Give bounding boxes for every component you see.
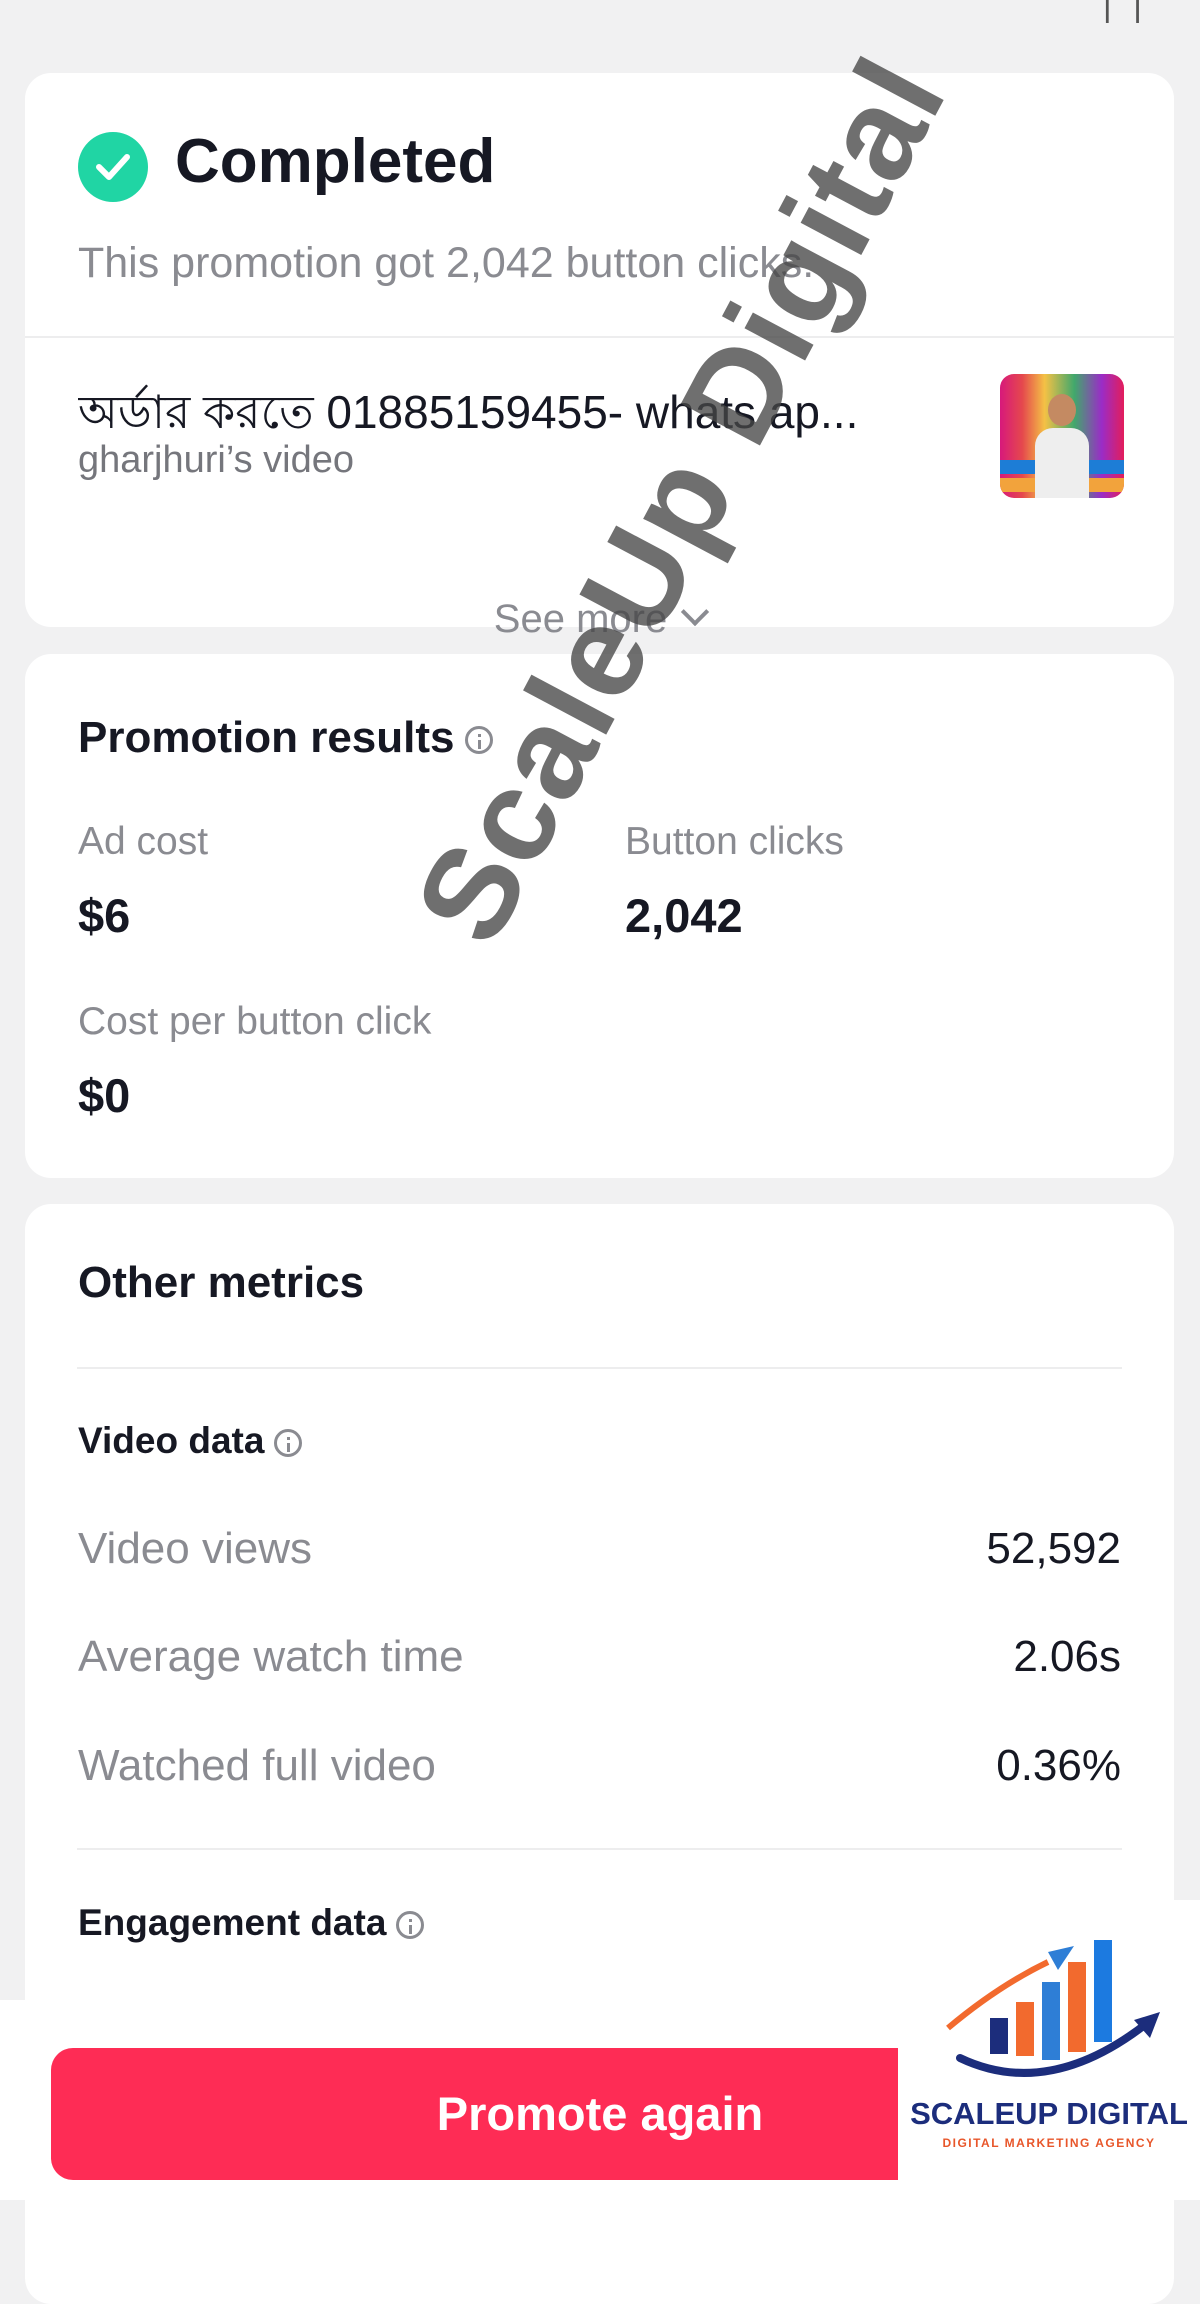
metric-value: 52,592 xyxy=(986,1524,1121,1573)
person-figure-body xyxy=(1035,428,1089,498)
growth-chart-rocket-icon xyxy=(946,1940,1160,2077)
metric-label: Video views xyxy=(78,1524,312,1573)
metric-row-average-watch-time: Average watch time 2.06s xyxy=(78,1632,1121,1692)
engagement-data-label: Engagement data xyxy=(78,1902,387,1943)
info-icon[interactable] xyxy=(274,1429,303,1458)
info-icon[interactable] xyxy=(464,726,493,755)
cost-per-click-value: $0 xyxy=(78,1069,131,1122)
chevron-down-icon xyxy=(681,598,710,627)
video-data-title: Video data xyxy=(78,1420,303,1462)
divider xyxy=(77,1367,1122,1369)
ad-cost-value: $6 xyxy=(78,889,131,942)
button-clicks-label: Button clicks xyxy=(625,820,844,863)
promotion-status-card: Completed This promotion got 2,042 butto… xyxy=(25,73,1174,641)
metric-row-video-views: Video views 52,592 xyxy=(78,1524,1121,1584)
metric-value: 2.06s xyxy=(1013,1632,1121,1681)
agency-logo: SCALEUP DIGITAL DIGITAL MARKETING AGENCY xyxy=(898,1900,1200,2200)
promotion-results-label: Promotion results xyxy=(78,713,455,762)
divider xyxy=(77,1848,1122,1850)
promotion-results-card: Promotion results Ad cost $6 Button clic… xyxy=(25,654,1174,1178)
person-figure-head xyxy=(1048,394,1076,426)
other-metrics-title: Other metrics xyxy=(78,1258,365,1307)
status-title: Completed xyxy=(175,127,496,196)
metric-label: Watched full video xyxy=(78,1741,436,1790)
metric-row-watched-full-video: Watched full video 0.36% xyxy=(78,1741,1121,1801)
engagement-data-title: Engagement data xyxy=(78,1902,425,1944)
video-owner: gharjhuri’s video xyxy=(78,439,355,481)
divider xyxy=(25,336,1174,338)
logo-tagline: DIGITAL MARKETING AGENCY xyxy=(942,2136,1156,2150)
button-clicks-value: 2,042 xyxy=(625,889,743,942)
video-thumbnail[interactable] xyxy=(1000,374,1124,498)
metric-label: Average watch time xyxy=(78,1632,464,1681)
video-data-label: Video data xyxy=(78,1420,265,1461)
status-bar-fragment: | | xyxy=(1102,0,1148,24)
check-circle-icon xyxy=(78,132,148,202)
metric-value: 0.36% xyxy=(996,1741,1121,1790)
logo-name: SCALEUP DIGITAL xyxy=(910,2096,1188,2131)
cost-per-click-label: Cost per button click xyxy=(78,1000,432,1043)
promotion-results-title: Promotion results xyxy=(78,713,493,763)
info-icon[interactable] xyxy=(396,1911,425,1940)
see-more-label: See more xyxy=(493,596,668,641)
status-subtitle: This promotion got 2,042 button clicks. xyxy=(78,239,815,287)
see-more-button[interactable]: See more xyxy=(25,595,1174,642)
ad-cost-label: Ad cost xyxy=(78,820,209,863)
